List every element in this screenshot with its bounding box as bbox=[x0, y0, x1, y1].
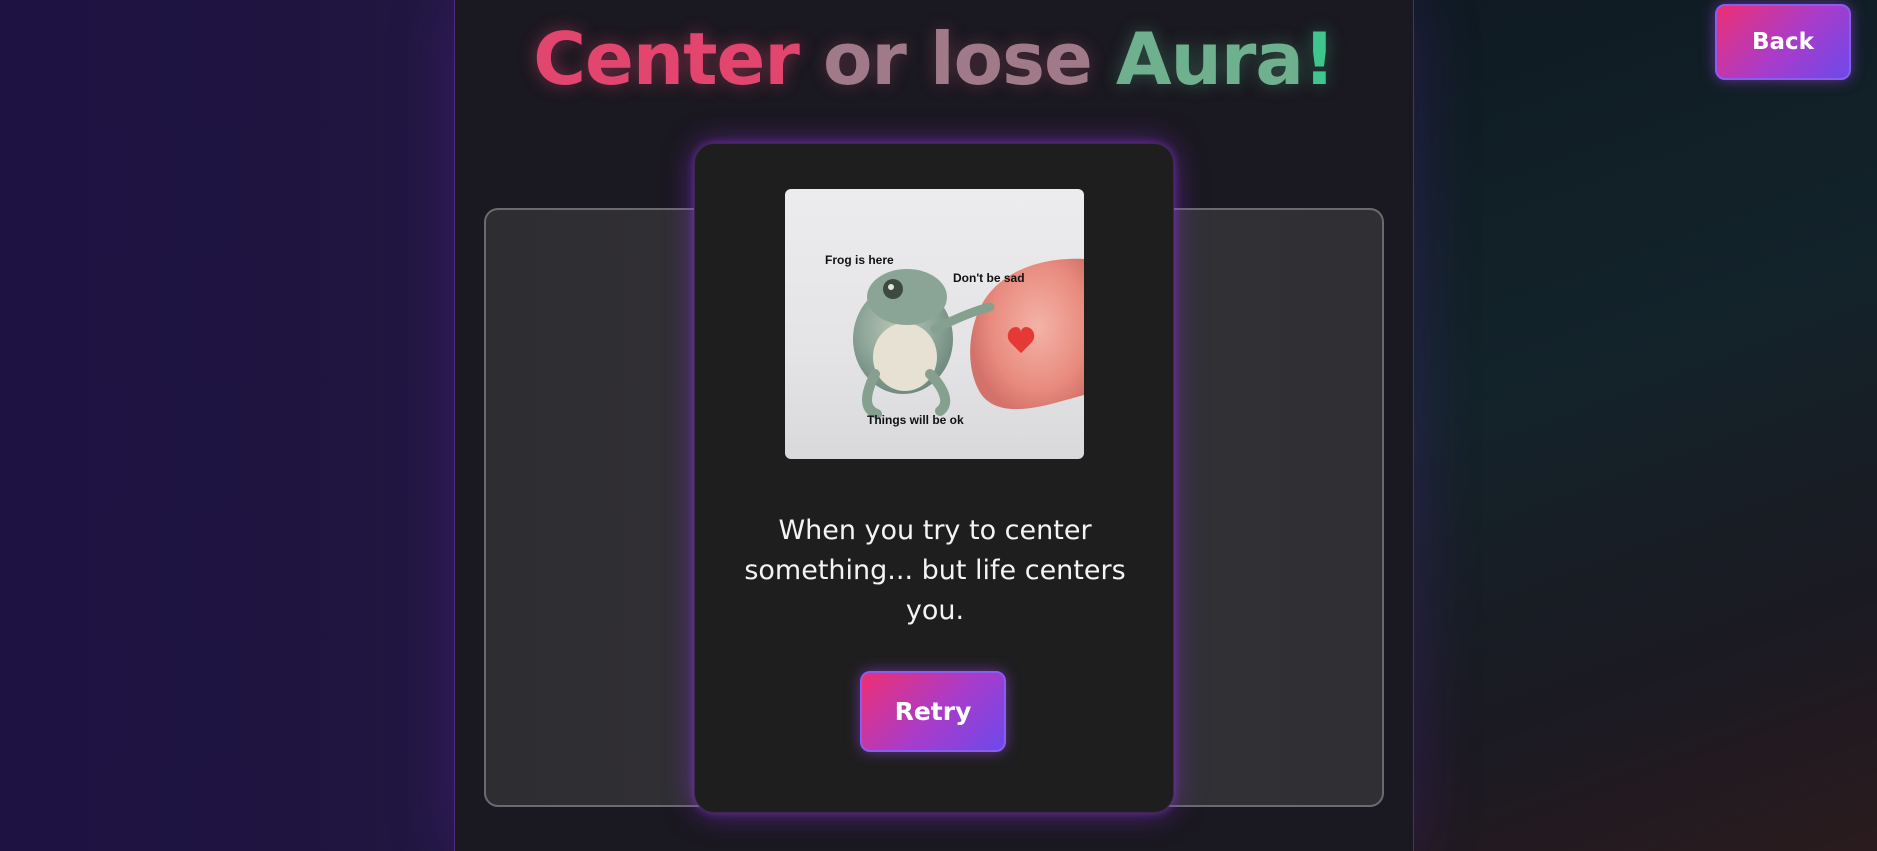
page-title: Center or lose Aura! bbox=[454, 14, 1414, 104]
frog-leg-left-shape bbox=[862, 369, 882, 419]
left-background-panel bbox=[0, 0, 454, 851]
meme-caption-dont-be-sad: Don't be sad bbox=[953, 271, 1025, 285]
meme-caption-frog-is-here: Frog is here bbox=[825, 253, 894, 267]
frog-meme-image: Frog is here Don't be sad Things will be… bbox=[785, 189, 1084, 459]
title-part-aura: Aura bbox=[1115, 17, 1304, 101]
title-part-exclamation: ! bbox=[1302, 17, 1336, 101]
result-message: When you try to center something... but … bbox=[744, 515, 1126, 626]
right-background-panel bbox=[1414, 0, 1877, 851]
frog-belly-shape bbox=[873, 323, 937, 391]
frog-leg-right-shape bbox=[925, 369, 951, 416]
title-part-or-lose: or lose bbox=[822, 17, 1116, 101]
title-part-center: Center bbox=[533, 17, 823, 101]
meme-caption-things-will-be-ok: Things will be ok bbox=[867, 413, 964, 427]
retry-button[interactable]: Retry bbox=[860, 671, 1006, 752]
back-button[interactable]: Back bbox=[1715, 4, 1851, 80]
frog-head-shape bbox=[867, 269, 947, 325]
result-modal: Frog is here Don't be sad Things will be… bbox=[694, 143, 1174, 813]
frog-eye-highlight-shape bbox=[888, 284, 894, 290]
